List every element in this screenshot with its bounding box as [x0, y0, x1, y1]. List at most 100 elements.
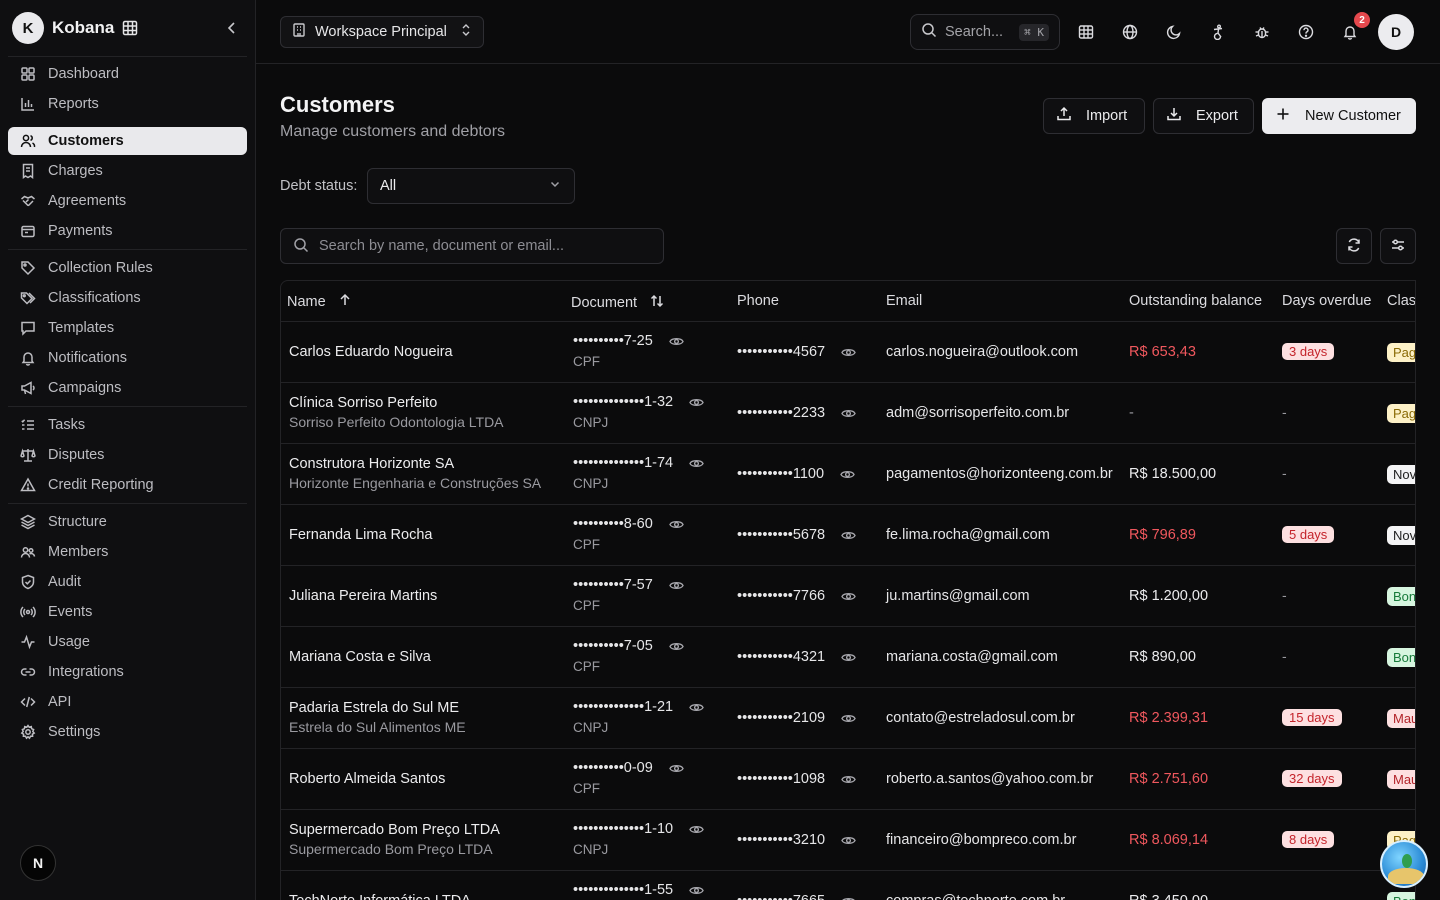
- eye-icon[interactable]: [833, 772, 856, 787]
- sidebar-item-members[interactable]: Members: [8, 538, 247, 566]
- eye-icon[interactable]: [661, 578, 684, 593]
- sidebar-item-customers[interactable]: Customers: [8, 127, 247, 155]
- sidebar-item-reports[interactable]: Reports: [8, 90, 247, 118]
- sidebar-item-api[interactable]: API: [8, 688, 247, 716]
- customer-name[interactable]: Construtora Horizonte SA: [289, 456, 541, 472]
- globe-icon[interactable]: [1118, 20, 1142, 44]
- refresh-icon: [1346, 237, 1362, 256]
- customer-search-input[interactable]: [319, 238, 651, 254]
- eye-icon[interactable]: [661, 517, 684, 532]
- sidebar-item-settings[interactable]: Settings: [8, 718, 247, 746]
- accessibility-icon[interactable]: [1206, 20, 1230, 44]
- email-cell: contato@estreladosul.com.br: [886, 710, 1075, 726]
- sidebar-item-collection-rules[interactable]: Collection Rules: [8, 254, 247, 282]
- table-row[interactable]: Construtora Horizonte SA Horizonte Engen…: [281, 444, 1415, 505]
- balance-cell: R$ 18.500,00: [1129, 466, 1217, 482]
- floating-assistant-button[interactable]: [1380, 840, 1428, 888]
- grid-icon[interactable]: [122, 20, 138, 36]
- bug-icon[interactable]: [1250, 20, 1274, 44]
- column-header-email[interactable]: Email: [886, 293, 922, 309]
- import-button[interactable]: Import: [1043, 98, 1145, 134]
- sidebar-item-label: Integrations: [48, 664, 124, 680]
- customer-name[interactable]: Carlos Eduardo Nogueira: [289, 344, 453, 360]
- refresh-button[interactable]: [1336, 228, 1372, 264]
- sidebar-item-classifications[interactable]: Classifications: [8, 284, 247, 312]
- eye-icon[interactable]: [661, 761, 684, 776]
- sidebar-item-charges[interactable]: Charges: [8, 157, 247, 185]
- sidebar-item-tasks[interactable]: Tasks: [8, 411, 247, 439]
- eye-icon[interactable]: [681, 395, 704, 410]
- new-customer-button[interactable]: New Customer: [1262, 98, 1416, 134]
- customer-name[interactable]: Juliana Pereira Martins: [289, 588, 437, 604]
- column-header-name[interactable]: Name: [287, 293, 352, 311]
- sidebar-item-integrations[interactable]: Integrations: [8, 658, 247, 686]
- eye-icon[interactable]: [661, 334, 684, 349]
- eye-icon[interactable]: [833, 894, 856, 900]
- customer-name[interactable]: TechNorte Informática LTDA: [289, 893, 471, 900]
- table-row[interactable]: Padaria Estrela do Sul ME Estrela do Sul…: [281, 688, 1415, 749]
- customer-name[interactable]: Supermercado Bom Preço LTDA: [289, 822, 500, 838]
- classification-badge: Mau: [1387, 770, 1415, 789]
- eye-icon[interactable]: [833, 589, 856, 604]
- sidebar-item-events[interactable]: Events: [8, 598, 247, 626]
- brand-name[interactable]: Kobana: [52, 18, 114, 38]
- sidebar-item-audit[interactable]: Audit: [8, 568, 247, 596]
- moon-icon[interactable]: [1162, 20, 1186, 44]
- table-row[interactable]: Supermercado Bom Preço LTDA Supermercado…: [281, 810, 1415, 871]
- eye-icon[interactable]: [833, 345, 856, 360]
- eye-icon[interactable]: [681, 700, 704, 715]
- document-cell: ••••••••••••••1-74 CNPJ: [573, 455, 704, 491]
- sidebar-item-notifications[interactable]: Notifications: [8, 344, 247, 372]
- column-header-document[interactable]: Document: [571, 293, 665, 313]
- eye-icon[interactable]: [681, 822, 704, 837]
- sidebar-item-templates[interactable]: Templates: [8, 314, 247, 342]
- classification-cell: Nov: [1387, 526, 1415, 548]
- column-header-phone[interactable]: Phone: [737, 293, 779, 309]
- table-row[interactable]: Carlos Eduardo Nogueira ••••••••••7-25 C…: [281, 322, 1415, 383]
- sidebar-item-agreements[interactable]: Agreements: [8, 187, 247, 215]
- help-icon[interactable]: [1294, 20, 1318, 44]
- column-header-days[interactable]: Days overdue: [1282, 293, 1371, 309]
- eye-icon[interactable]: [833, 833, 856, 848]
- user-avatar[interactable]: D: [1378, 14, 1414, 50]
- table-row[interactable]: Mariana Costa e Silva ••••••••••7-05 CPF…: [281, 627, 1415, 688]
- column-name-label: Name: [287, 294, 326, 310]
- export-button[interactable]: Export: [1153, 98, 1254, 134]
- eye-icon[interactable]: [833, 711, 856, 726]
- eye-icon[interactable]: [833, 528, 856, 543]
- eye-icon[interactable]: [833, 406, 856, 421]
- column-header-classification[interactable]: Clas: [1387, 293, 1415, 309]
- sidebar-item-payments[interactable]: Payments: [8, 217, 247, 245]
- eye-icon[interactable]: [681, 883, 704, 898]
- customer-name[interactable]: Fernanda Lima Rocha: [289, 527, 432, 543]
- table-row[interactable]: Roberto Almeida Santos ••••••••••0-09 CP…: [281, 749, 1415, 810]
- sidebar-item-credit-reporting[interactable]: Credit Reporting: [8, 471, 247, 499]
- eye-icon[interactable]: [833, 650, 856, 665]
- radio-icon: [20, 604, 36, 620]
- footer-avatar[interactable]: N: [20, 845, 56, 881]
- workspace-select[interactable]: Workspace Principal: [280, 16, 484, 48]
- filters-button[interactable]: [1380, 228, 1416, 264]
- sidebar-item-campaigns[interactable]: Campaigns: [8, 374, 247, 402]
- eye-icon[interactable]: [661, 639, 684, 654]
- table-row[interactable]: Fernanda Lima Rocha ••••••••••8-60 CPF •…: [281, 505, 1415, 566]
- eye-icon[interactable]: [832, 467, 855, 482]
- customer-name[interactable]: Padaria Estrela do Sul ME: [289, 700, 466, 716]
- debt-status-select[interactable]: All: [367, 168, 575, 204]
- table-icon[interactable]: [1074, 20, 1098, 44]
- table-row[interactable]: TechNorte Informática LTDA •••••••••••••…: [281, 871, 1415, 900]
- sidebar-item-disputes[interactable]: Disputes: [8, 441, 247, 469]
- brand-avatar[interactable]: K: [12, 12, 44, 44]
- customer-name[interactable]: Roberto Almeida Santos: [289, 771, 445, 787]
- table-row[interactable]: Juliana Pereira Martins ••••••••••7-57 C…: [281, 566, 1415, 627]
- customer-name[interactable]: Mariana Costa e Silva: [289, 649, 431, 665]
- global-search-button[interactable]: Search... ⌘ K: [910, 14, 1060, 50]
- table-row[interactable]: Clínica Sorriso Perfeito Sorriso Perfeit…: [281, 383, 1415, 444]
- customer-name[interactable]: Clínica Sorriso Perfeito: [289, 395, 504, 411]
- sidebar-item-structure[interactable]: Structure: [8, 508, 247, 536]
- chevron-left-icon[interactable]: [224, 20, 240, 36]
- eye-icon[interactable]: [681, 456, 704, 471]
- sidebar-item-dashboard[interactable]: Dashboard: [8, 60, 247, 88]
- sidebar-item-usage[interactable]: Usage: [8, 628, 247, 656]
- column-header-balance[interactable]: Outstanding balance: [1129, 293, 1262, 309]
